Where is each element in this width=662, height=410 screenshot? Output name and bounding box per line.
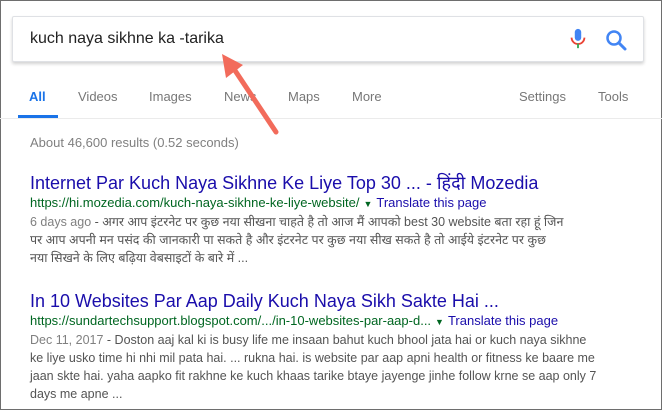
result-title-link[interactable]: Internet Par Kuch Naya Sikhne Ke Liye To… xyxy=(30,172,650,194)
result-url: https://hi.mozedia.com/kuch-naya-sikhne-… xyxy=(30,194,650,213)
translate-link[interactable]: Translate this page xyxy=(448,313,558,328)
search-icon[interactable] xyxy=(604,28,628,52)
result-snippet: 6 days ago - अगर आप इंटरनेट पर कुछ नया स… xyxy=(30,213,650,267)
translate-link[interactable]: Translate this page xyxy=(376,195,486,210)
result-url-text: https://sundartechsupport.blogspot.com/.… xyxy=(30,313,432,328)
annotation-arrow-icon xyxy=(222,54,279,135)
search-result: In 10 Websites Par Aap Daily Kuch Naya S… xyxy=(30,290,650,403)
snippet-line: - Doston aaj kal ki is busy life me insa… xyxy=(103,333,587,347)
search-input[interactable] xyxy=(30,28,550,50)
result-title-link[interactable]: In 10 Websites Par Aap Daily Kuch Naya S… xyxy=(30,290,650,312)
tab-settings[interactable]: Settings xyxy=(519,89,566,104)
tab-images[interactable]: Images xyxy=(149,89,192,104)
search-box[interactable] xyxy=(12,16,644,62)
tab-all[interactable]: All xyxy=(29,89,46,104)
result-date: 6 days ago xyxy=(30,215,92,229)
tab-videos[interactable]: Videos xyxy=(78,89,118,104)
snippet-line: - अगर आप इंटरनेट पर कुछ नया सीखना चाहते … xyxy=(91,215,564,229)
tab-more[interactable]: More xyxy=(352,89,382,104)
snippet-line: पर आप अपनी मन पसंद की जानकारी पा सकते है… xyxy=(30,233,546,247)
caret-down-icon[interactable]: ▼ xyxy=(435,317,444,327)
search-tabs: All Videos Images News Maps More Setting… xyxy=(0,78,662,118)
tabs-divider xyxy=(0,118,662,119)
result-stats: About 46,600 results (0.52 seconds) xyxy=(30,135,239,150)
snippet-line: days me apne ... xyxy=(30,387,123,401)
tab-tools[interactable]: Tools xyxy=(598,89,628,104)
snippet-line: नया सिखने के लिए बढ़िया वेबसाइटों के बार… xyxy=(30,251,249,265)
caret-down-icon[interactable]: ▼ xyxy=(363,199,372,209)
result-date: Dec 11, 2017 xyxy=(30,333,104,347)
mic-icon[interactable] xyxy=(568,28,588,50)
search-result: Internet Par Kuch Naya Sikhne Ke Liye To… xyxy=(30,172,650,267)
result-url: https://sundartechsupport.blogspot.com/.… xyxy=(30,312,650,331)
snippet-line: ke liye usko time hi nhi mil pata hai. .… xyxy=(30,351,595,365)
result-snippet: Dec 11, 2017 - Doston aaj kal ki is busy… xyxy=(30,331,650,403)
snippet-line: jaan skte hai. yaha aapko fit rakhne ke … xyxy=(30,369,597,383)
result-url-text: https://hi.mozedia.com/kuch-naya-sikhne-… xyxy=(30,195,360,210)
